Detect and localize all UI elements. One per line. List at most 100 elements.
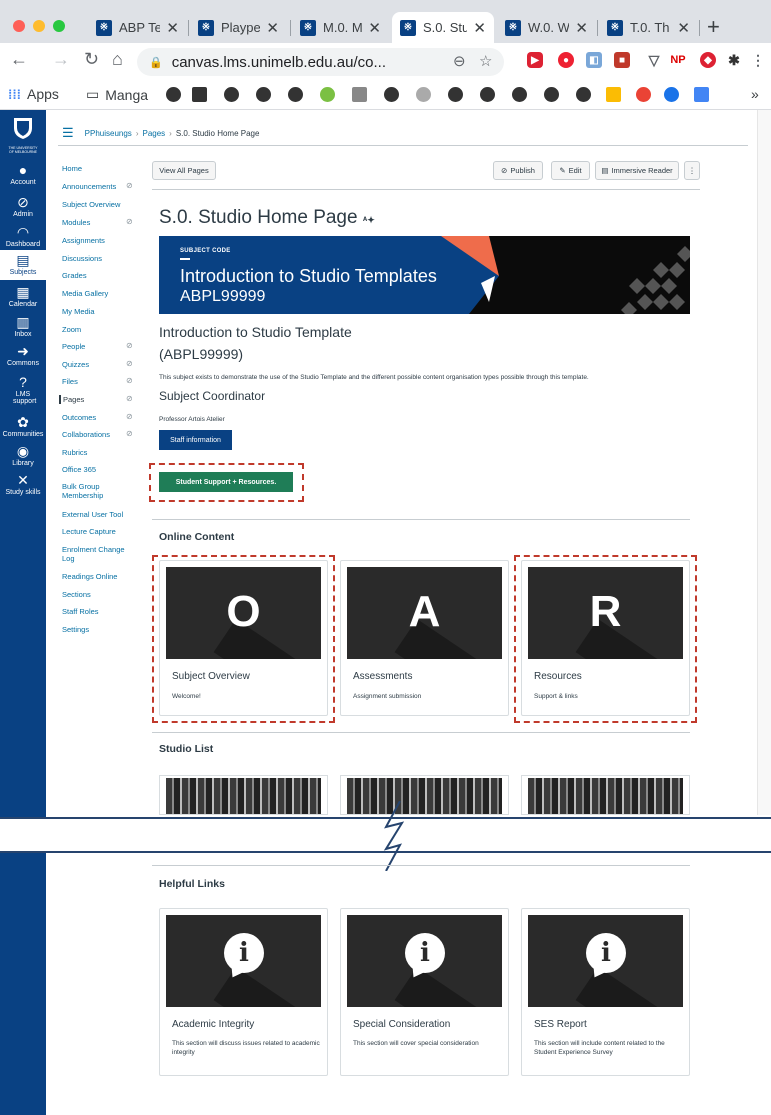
browser-tab-active[interactable]: ※ S.0. Stu ✕ [392,12,494,43]
more-bookmarks-icon[interactable]: » [751,86,759,102]
close-tab-icon[interactable]: ✕ [368,19,381,37]
maximize-window-button[interactable] [53,20,65,32]
back-icon[interactable]: ← [10,49,28,70]
course-nav-external-user-tool[interactable]: External User Tool [62,510,123,519]
forward-icon[interactable]: → [52,49,70,70]
manga-bookmark[interactable]: ▭ Manga [86,86,148,103]
browser-tab[interactable]: ※ ABP Te ✕ [88,12,187,43]
bookmark-icon[interactable] [544,87,559,102]
close-tab-icon[interactable]: ✕ [677,19,690,37]
course-nav-lecture-capture[interactable]: Lecture Capture [62,527,116,536]
course-nav-subject-overview[interactable]: Subject Overview [62,200,120,209]
close-window-button[interactable] [13,20,25,32]
pocket-icon[interactable]: ▽ [646,52,662,68]
course-nav-modules[interactable]: Modules [62,218,90,227]
view-all-pages-button[interactable]: View All Pages [152,161,216,180]
breadcrumb-pages-link[interactable]: Pages [142,129,165,138]
browser-tab[interactable]: ※ Plaype ✕ [190,12,287,43]
assessments-card[interactable]: A Assessments Assignment submission [340,560,509,716]
close-tab-icon[interactable]: ✕ [266,19,279,37]
bookmark-star-icon[interactable]: ☆ [479,52,492,70]
special-consideration-card[interactable]: i Special Consideration This section wil… [340,908,509,1076]
course-nav-assignments[interactable]: Assignments [62,236,105,245]
close-tab-icon[interactable]: ✕ [575,19,588,37]
bookmark-icon[interactable] [384,87,399,102]
apps-bookmark[interactable]: ⁞⁞⁞ Apps [8,86,59,102]
bookmark-icon[interactable] [512,87,527,102]
course-nav-settings[interactable]: Settings [62,625,89,634]
bookmark-icon[interactable] [352,87,367,102]
course-nav-grades[interactable]: Grades [62,271,87,280]
minimize-window-button[interactable] [33,20,45,32]
studio-list-card[interactable] [521,775,690,815]
university-logo[interactable]: THE UNIVERSITY OF MELBOURNE [6,116,40,154]
course-nav-zoom[interactable]: Zoom [62,325,81,334]
extension-icon[interactable]: ■ [614,52,630,68]
bookmark-icon[interactable] [480,87,495,102]
bookmark-icon[interactable] [320,87,335,102]
hamburger-menu-icon[interactable]: ☰ [62,125,74,141]
course-nav-quizzes[interactable]: Quizzes [62,360,89,369]
more-options-button[interactable]: ⋮ [684,161,700,180]
page-scrollbar[interactable] [757,110,771,815]
course-nav-enrolment-change-log[interactable]: Enrolment Change Log [62,545,132,563]
studio-list-card[interactable] [340,775,509,815]
google-drive-icon[interactable] [606,87,621,102]
course-nav-people[interactable]: People [62,342,85,351]
course-nav-announcements[interactable]: Announcements [62,182,116,191]
nav-library[interactable]: ◉ Library [0,443,46,467]
bookmark-icon[interactable] [576,87,591,102]
course-nav-media-gallery[interactable]: Media Gallery [62,289,108,298]
bookmark-icon[interactable] [192,87,207,102]
nav-account[interactable]: ● Account [0,162,46,186]
new-tab-button[interactable]: + [707,14,720,40]
course-nav-home[interactable]: Home [62,164,82,173]
menu-icon[interactable]: ⋮ [750,52,766,68]
reload-icon[interactable]: ↻ [84,49,99,70]
google-icon[interactable] [636,87,651,102]
extension-icon[interactable]: ● [558,52,574,68]
course-nav-my-media[interactable]: My Media [62,307,95,316]
course-nav-files[interactable]: Files [62,377,78,386]
nav-study-skills[interactable]: ✕ Study skills [0,472,46,496]
course-nav-readings-online[interactable]: Readings Online [62,572,117,581]
bookmark-icon[interactable] [664,87,679,102]
course-nav-bulk-group-membership[interactable]: Bulk Group Membership [62,482,137,500]
course-nav-staff-roles[interactable]: Staff Roles [62,607,99,616]
bookmark-icon[interactable] [448,87,463,102]
breadcrumb-course-link[interactable]: PPhuiseungs [85,129,132,138]
nav-inbox[interactable]: ▥ Inbox [0,314,46,338]
browser-tab[interactable]: ※ M.0. M ✕ [292,12,389,43]
extension-icon[interactable]: ▶ [527,52,543,68]
google-docs-icon[interactable] [694,87,709,102]
zoom-icon[interactable]: ⊖ [453,52,466,70]
course-nav-outcomes[interactable]: Outcomes [62,413,96,422]
close-tab-icon[interactable]: ✕ [166,19,179,37]
course-nav-office-365[interactable]: Office 365 [62,465,96,474]
course-nav-discussions[interactable]: Discussions [62,254,102,263]
immersive-reader-button[interactable]: ▤ Immersive Reader [595,161,679,180]
nav-commons[interactable]: ➜ Commons [0,343,46,367]
publish-button[interactable]: ⊘ Publish [493,161,543,180]
immersive-reader-icon[interactable]: ᴬ✦ [363,215,375,225]
extension-icon[interactable]: NP [670,52,686,68]
nav-communities[interactable]: ✿ Communities [0,414,46,438]
address-bar[interactable]: 🔒 canvas.lms.unimelb.edu.au/co... ⊖ ☆ [137,48,504,76]
course-nav-collaborations[interactable]: Collaborations [62,430,110,439]
extension-icon[interactable]: ◧ [586,52,602,68]
course-nav-rubrics[interactable]: Rubrics [62,448,87,457]
course-nav-pages[interactable]: Pages [59,395,84,404]
nav-admin[interactable]: ⊘ Admin [0,194,46,218]
nav-calendar[interactable]: ▦ Calendar [0,284,46,308]
student-support-button[interactable]: Student Support + Resources. [159,472,293,492]
close-tab-icon[interactable]: ✕ [473,19,486,37]
edit-button[interactable]: ✎ Edit [551,161,590,180]
browser-tab[interactable]: ※ T.0. Th ✕ [599,12,698,43]
bookmark-icon[interactable] [224,87,239,102]
bookmark-icon[interactable] [288,87,303,102]
ses-report-card[interactable]: i SES Report This section will include c… [521,908,690,1076]
nav-dashboard[interactable]: ◠ Dashboard [0,224,46,248]
academic-integrity-card[interactable]: i Academic Integrity This section will d… [159,908,328,1076]
nav-subjects[interactable]: ▤ Subjects [0,250,46,280]
extension-icon[interactable]: ◆ [700,52,716,68]
